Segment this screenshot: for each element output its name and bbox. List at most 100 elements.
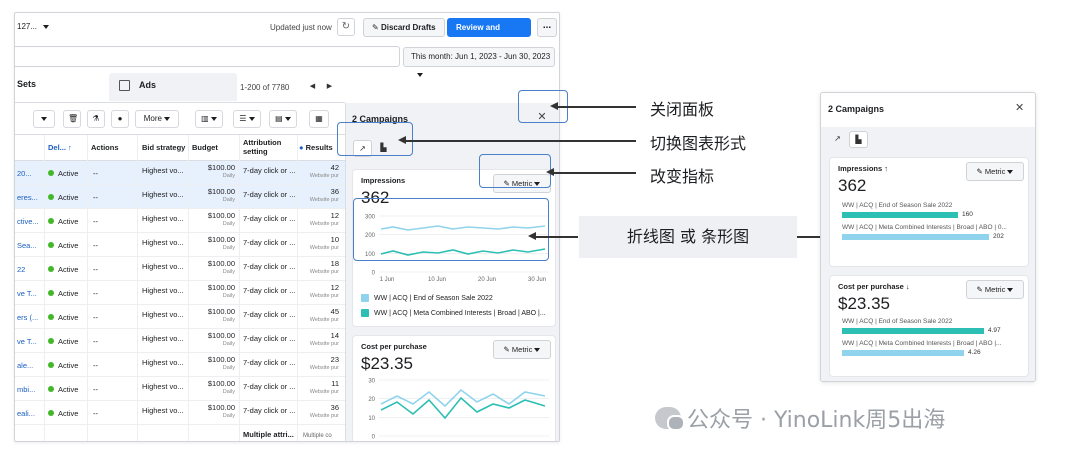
bar-label: WW | ACQ | End of Season Sale 2022 xyxy=(842,202,953,209)
delete-icon[interactable]: 🗑 xyxy=(63,110,81,128)
results-cell: 18 Website pur xyxy=(303,259,339,275)
metric-button[interactable]: ✎ Metric xyxy=(966,280,1024,299)
table-row[interactable]: ve T... Active -- Highest vo... $100.00 Daily… xyxy=(15,329,345,353)
column-bid-strategy[interactable]: Bid strategy xyxy=(142,143,185,152)
row-actions: -- xyxy=(93,217,98,226)
reports-icon[interactable]: ▤ xyxy=(269,110,297,128)
budget-cell[interactable]: $100.00 Daily xyxy=(199,355,235,371)
status-dot-icon xyxy=(48,386,54,392)
column-actions[interactable]: Actions xyxy=(91,143,119,152)
budget-period: Daily xyxy=(222,341,235,347)
arrow-line xyxy=(534,236,578,238)
table-row[interactable]: eres... Active -- Highest vo... $100.00 Daily… xyxy=(15,185,345,209)
results-value: 18 xyxy=(330,259,339,268)
delivery-status: Active xyxy=(58,193,79,202)
table-row[interactable]: 22 Active -- Highest vo... $100.00 Daily 7-day… xyxy=(15,257,345,281)
row-name[interactable]: ale... xyxy=(17,361,33,370)
y-tick-label: 30 xyxy=(368,379,375,385)
tab-ads[interactable]: Ads xyxy=(109,73,237,101)
bid-strategy: Highest vo... xyxy=(142,334,184,343)
row-name[interactable]: Sea... xyxy=(17,241,37,250)
watermark-label: 公众号 · YinoLink周5出海 xyxy=(687,408,946,433)
metric-label: Metric xyxy=(984,285,1006,294)
results-value: 36 xyxy=(330,187,339,196)
row-name[interactable]: eali... xyxy=(17,409,35,418)
budget-cell[interactable]: $100.00 Daily xyxy=(199,187,235,203)
row-name[interactable]: ctive... xyxy=(17,217,39,226)
row-name[interactable]: 20... xyxy=(17,169,32,178)
table-row[interactable]: Sea... Active -- Highest vo... $100.00 Daily 7… xyxy=(15,233,345,257)
review-publish-button[interactable]: Review and Publish xyxy=(447,18,531,49)
table-row[interactable]: ers (... Active -- Highest vo... $100.00 Dail… xyxy=(15,305,345,329)
row-name[interactable]: ers (... xyxy=(17,313,38,322)
tab-ad-sets[interactable]: Sets xyxy=(17,79,36,89)
close-icon[interactable]: ✕ xyxy=(1015,101,1024,114)
legend-item: WW | ACQ | End of Season Sale 2022 xyxy=(361,294,493,302)
test-icon[interactable]: ⚗ xyxy=(87,110,105,128)
row-name[interactable]: mbi... xyxy=(17,385,35,394)
more-label: More xyxy=(143,114,162,123)
attribution-setting: 7-day click or ... xyxy=(243,238,296,247)
watermark: 公众号 · YinoLink周5出海 xyxy=(655,402,945,434)
impressions-bar-card: Impressions ↑ 362 ✎ Metric WW | ACQ | En… xyxy=(829,157,1029,267)
table-row[interactable]: mbi... Active -- Highest vo... $100.00 Daily 7… xyxy=(15,377,345,401)
results-type: Website pur xyxy=(309,197,339,203)
row-actions: -- xyxy=(93,361,98,370)
column-attribution[interactable]: Attribution setting xyxy=(243,138,295,156)
column-delivery[interactable]: Del... ↑ xyxy=(48,143,72,152)
info-icon: ● xyxy=(299,143,304,152)
account-selector[interactable]: 127... xyxy=(17,22,50,31)
legend-label: WW | ACQ | Meta Combined Interests | Bro… xyxy=(374,309,546,317)
attribution-setting: 7-day click or ... xyxy=(243,166,296,175)
row-actions: -- xyxy=(93,193,98,202)
status-dot-icon xyxy=(48,290,54,296)
budget-cell[interactable]: $100.00 Daily xyxy=(199,259,235,275)
callout-metric xyxy=(479,154,551,188)
metric-button[interactable]: ✎ Metric xyxy=(493,340,551,359)
columns-icon[interactable]: ▥ xyxy=(195,110,223,128)
line-chart-icon[interactable]: ↗ xyxy=(828,131,847,148)
row-name[interactable]: ve T... xyxy=(17,337,37,346)
row-name[interactable]: ve T... xyxy=(17,289,37,298)
budget-cell[interactable]: $100.00 Daily xyxy=(199,211,235,227)
table-row[interactable]: 20... Active -- Highest vo... $100.00 Daily 7-… xyxy=(15,161,345,185)
row-name[interactable]: eres... xyxy=(17,193,38,202)
table-row[interactable]: ve T... Active -- Highest vo... $100.00 Daily… xyxy=(15,281,345,305)
bar xyxy=(842,328,984,334)
table-row[interactable]: eali... Active -- Highest vo... $100.00 Daily… xyxy=(15,401,345,425)
search-input[interactable] xyxy=(15,46,400,67)
attribution-setting: 7-day click or ... xyxy=(243,190,296,199)
refresh-icon[interactable]: ↻ xyxy=(337,18,355,36)
breakdown-icon[interactable]: ☰ xyxy=(233,110,261,128)
budget-cell[interactable]: $100.00 Daily xyxy=(199,307,235,323)
bid-strategy: Highest vo... xyxy=(142,262,184,271)
table-row[interactable]: ctive... Active -- Highest vo... $100.00 Dail… xyxy=(15,209,345,233)
budget-cell[interactable]: $100.00 Daily xyxy=(199,235,235,251)
tag-icon[interactable]: ● xyxy=(111,110,129,128)
prev-page-icon[interactable]: ◀ xyxy=(305,79,320,94)
budget-cell[interactable]: $100.00 Daily xyxy=(199,379,235,395)
budget-cell[interactable]: $100.00 Daily xyxy=(199,403,235,419)
date-range-picker[interactable]: This month: Jun 1, 2023 - Jun 30, 2023 xyxy=(403,47,555,77)
column-results[interactable]: ● Results xyxy=(299,143,333,152)
table-row[interactable]: ale... Active -- Highest vo... $100.00 Daily 7… xyxy=(15,353,345,377)
budget-cell[interactable]: $100.00 Daily xyxy=(199,283,235,299)
row-name[interactable]: 22 xyxy=(17,265,25,274)
more-menu-button[interactable]: More xyxy=(135,110,179,128)
column-budget[interactable]: Budget xyxy=(192,143,218,152)
results-type: Website pur xyxy=(309,293,339,299)
more-options-button[interactable]: ... xyxy=(537,18,557,37)
cpp-line-chart: 30 20 10 0 1 Jun 10 Jun 20 Jun 30 Jun xyxy=(368,379,549,441)
next-page-icon[interactable]: ▶ xyxy=(322,79,337,94)
metric-button[interactable]: ✎ Metric xyxy=(966,162,1024,181)
y-tick-label: 0 xyxy=(372,435,376,441)
discard-label: Discard Drafts xyxy=(380,23,436,32)
budget-cell[interactable]: $100.00 Daily xyxy=(199,163,235,179)
budget-cell[interactable]: $100.00 Daily xyxy=(199,331,235,347)
bar xyxy=(842,350,964,356)
bar-chart-icon[interactable]: ▙ xyxy=(849,131,868,148)
row-actions: -- xyxy=(93,241,98,250)
discard-drafts-button[interactable]: ✎ Discard Drafts xyxy=(363,18,445,37)
chart-icon[interactable]: ▦ xyxy=(309,110,329,128)
dropdown-button[interactable] xyxy=(33,110,55,128)
